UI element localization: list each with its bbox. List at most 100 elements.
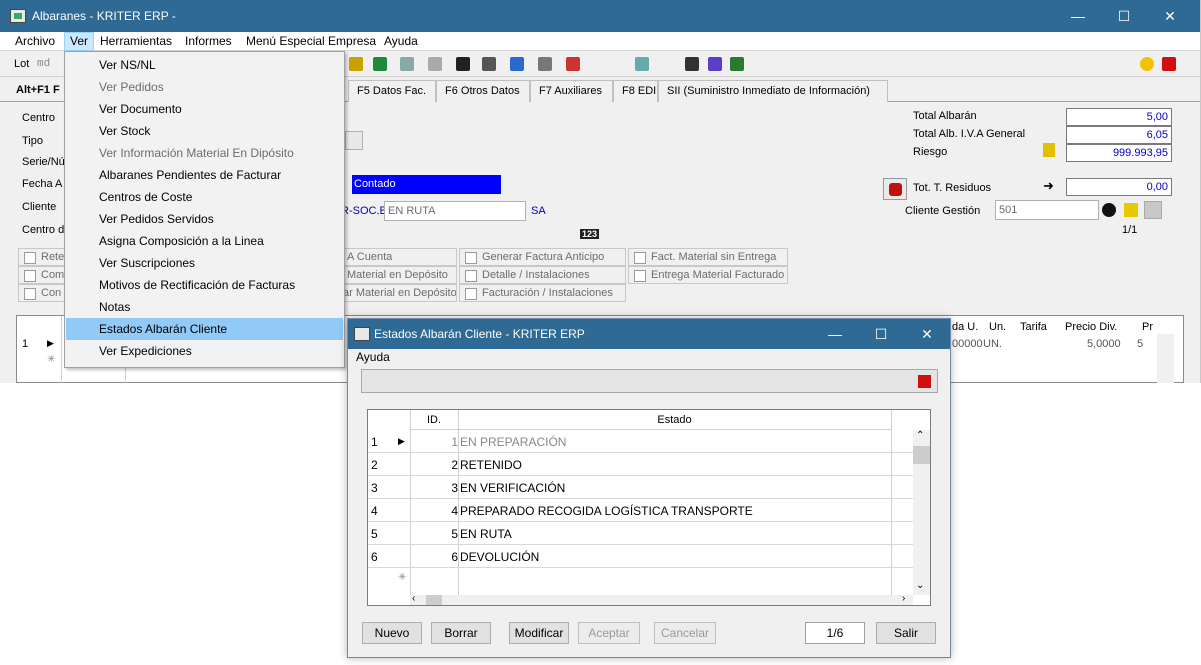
checkbox-a-cuenta[interactable]: A Cuenta bbox=[340, 248, 457, 266]
stamp-icon[interactable] bbox=[566, 57, 580, 71]
table-row[interactable]: 1 ▶ 1 EN PREPARACIÓN bbox=[368, 430, 913, 453]
vertical-scrollbar[interactable]: ⌃ ⌄ bbox=[913, 430, 930, 595]
checkbox-box[interactable] bbox=[465, 270, 477, 282]
scroll-thumb[interactable] bbox=[913, 446, 930, 464]
tipo-dropdown[interactable] bbox=[345, 131, 363, 150]
edit-icon[interactable] bbox=[1124, 203, 1138, 217]
cancelar-button[interactable]: Cancelar bbox=[654, 622, 716, 644]
table-row[interactable]: 5 5 EN RUTA bbox=[368, 522, 913, 545]
horizontal-scrollbar[interactable]: ‹ › bbox=[410, 593, 913, 605]
menu-item-ver-ns-nl[interactable]: Ver NS/NL bbox=[66, 54, 343, 76]
checkbox-entrega-facturado[interactable]: Entrega Material Facturado bbox=[628, 266, 788, 284]
menu-item-estados-albaran[interactable]: Estados Albarán Cliente bbox=[66, 318, 343, 340]
eye-icon[interactable] bbox=[538, 57, 552, 71]
dialog-maximize-button[interactable]: ☐ bbox=[858, 319, 904, 349]
checkbox-con[interactable]: Con bbox=[18, 284, 66, 302]
aceptar-button[interactable]: Aceptar bbox=[578, 622, 640, 644]
scroll-right-icon[interactable]: › bbox=[902, 593, 905, 604]
cliente-gestion-field[interactable]: 501 bbox=[995, 200, 1099, 220]
checkbox-fact-sin-entrega[interactable]: Fact. Material sin Entrega bbox=[628, 248, 788, 266]
table-row[interactable]: 4 4 PREPARADO RECOGIDA LOGÍSTICA TRANSPO… bbox=[368, 499, 913, 522]
menu-herramientas[interactable]: Herramientas bbox=[100, 34, 172, 48]
tree-icon[interactable] bbox=[400, 57, 414, 71]
tab-edi[interactable]: F8 EDI bbox=[613, 80, 658, 102]
tab-auxiliares[interactable]: F7 Auxiliares bbox=[530, 80, 613, 102]
menu-informes[interactable]: Informes bbox=[185, 34, 232, 48]
lot-value[interactable]: md bbox=[37, 58, 50, 70]
menu-item-ver-expediciones[interactable]: Ver Expediciones bbox=[66, 340, 343, 362]
scroll-left-icon[interactable]: ‹ bbox=[412, 593, 415, 604]
more-button[interactable] bbox=[1144, 201, 1162, 219]
scroll-h-thumb[interactable] bbox=[426, 595, 442, 605]
menu-item-ver-documento[interactable]: Ver Documento bbox=[66, 98, 343, 120]
checkbox-box[interactable] bbox=[634, 270, 646, 282]
checkbox-factura-anticipo[interactable]: Generar Factura Anticipo bbox=[459, 248, 626, 266]
tab-datos-fac[interactable]: F5 Datos Fac. bbox=[348, 80, 436, 102]
checkbox-box[interactable] bbox=[465, 252, 477, 264]
pencil-icon[interactable] bbox=[349, 57, 363, 71]
menu-especial-empresa[interactable]: Menú Especial Empresa bbox=[246, 34, 376, 48]
info-icon[interactable] bbox=[1102, 203, 1116, 217]
checkbox-retencion[interactable]: Rete bbox=[18, 248, 66, 266]
borrar-button[interactable]: Borrar bbox=[431, 622, 491, 644]
checkbox-box[interactable] bbox=[24, 270, 36, 282]
camera-icon[interactable] bbox=[685, 57, 699, 71]
lightbulb-icon[interactable] bbox=[1140, 57, 1154, 71]
scroll-down-icon[interactable]: ⌄ bbox=[916, 580, 924, 591]
menu-item-motivos-rectificacion[interactable]: Motivos de Rectificación de Facturas bbox=[66, 274, 343, 296]
menu-item-ver-info-material[interactable]: Ver Información Material En Dipósito bbox=[66, 142, 343, 164]
lightning-icon[interactable] bbox=[1043, 143, 1055, 157]
menu-item-ver-suscripciones[interactable]: Ver Suscripciones bbox=[66, 252, 343, 274]
estado-combo[interactable]: EN RUTA bbox=[384, 201, 526, 221]
salir-button[interactable]: Salir bbox=[876, 622, 936, 644]
arrow-right-icon[interactable]: ➜ bbox=[1043, 178, 1054, 194]
checkbox-material-deposito[interactable]: Material en Depósito bbox=[340, 266, 457, 284]
dialog-close-button[interactable]: ✕ bbox=[904, 319, 950, 349]
menu-ver[interactable]: Ver bbox=[64, 32, 95, 51]
checkbox-box[interactable] bbox=[634, 252, 646, 264]
menu-item-pedidos-servidos[interactable]: Ver Pedidos Servidos bbox=[66, 208, 343, 230]
tab-sii[interactable]: SII (Suministro Inmediato de Información… bbox=[658, 80, 888, 102]
menu-item-ver-stock[interactable]: Ver Stock bbox=[66, 120, 343, 142]
dialog-menu-ayuda[interactable]: Ayuda bbox=[356, 350, 390, 364]
residuos-button[interactable] bbox=[883, 178, 907, 200]
list-icon[interactable] bbox=[635, 57, 649, 71]
menu-archivo[interactable]: Archivo bbox=[15, 34, 55, 48]
help-icon[interactable] bbox=[918, 375, 931, 388]
scroll-up-icon[interactable]: ⌃ bbox=[916, 430, 924, 441]
checkbox-com[interactable]: Com bbox=[18, 266, 66, 284]
menu-ayuda[interactable]: Ayuda bbox=[384, 34, 418, 48]
checkbox-facturacion-instalaciones[interactable]: Facturación / Instalaciones bbox=[459, 284, 626, 302]
tab-general[interactable]: Alt+F1 F bbox=[16, 84, 60, 96]
nuevo-button[interactable]: Nuevo bbox=[362, 622, 422, 644]
checkbox-box[interactable] bbox=[465, 288, 477, 300]
menu-item-ver-pedidos[interactable]: Ver Pedidos bbox=[66, 76, 343, 98]
close-button[interactable]: ✕ bbox=[1147, 0, 1193, 32]
forma-pago-field[interactable]: Contado bbox=[352, 175, 501, 194]
grid-icon[interactable] bbox=[428, 57, 442, 71]
table-row[interactable]: 6 6 DEVOLUCIÓN bbox=[368, 545, 913, 568]
hierarchy-icon[interactable] bbox=[482, 57, 496, 71]
checkbox-box[interactable] bbox=[24, 252, 36, 264]
menu-item-centros-coste[interactable]: Centros de Coste bbox=[66, 186, 343, 208]
maximize-button[interactable]: ☐ bbox=[1101, 0, 1147, 32]
lines-scrollbar[interactable] bbox=[1157, 334, 1174, 383]
paperclip-icon[interactable] bbox=[708, 57, 722, 71]
chart-icon[interactable] bbox=[510, 57, 524, 71]
checkbox-facturar-material-deposito[interactable]: ar Material en Depósito bbox=[340, 284, 457, 302]
checkbox-box[interactable] bbox=[24, 288, 36, 300]
help-icon[interactable] bbox=[1162, 57, 1176, 71]
tab-otros-datos[interactable]: F6 Otros Datos bbox=[436, 80, 530, 102]
table-row[interactable]: 3 3 EN VERIFICACIÓN bbox=[368, 476, 913, 499]
arrow-in-icon[interactable] bbox=[373, 57, 387, 71]
checkbox-detalle-instalaciones[interactable]: Detalle / Instalaciones bbox=[459, 266, 626, 284]
minimize-button[interactable]: — bbox=[1055, 0, 1101, 32]
menu-item-notas[interactable]: Notas bbox=[66, 296, 343, 318]
modificar-button[interactable]: Modificar bbox=[509, 622, 569, 644]
menu-item-asigna-composicion[interactable]: Asigna Composición a la Linea bbox=[66, 230, 343, 252]
dialog-minimize-button[interactable]: — bbox=[812, 319, 858, 349]
menu-item-albaranes-pendientes[interactable]: Albaranes Pendientes de Facturar bbox=[66, 164, 343, 186]
estados-grid[interactable]: ID. Estado 1 ▶ 1 EN PREPARACIÓN 2 2 RETE… bbox=[367, 409, 931, 606]
attach-icon[interactable] bbox=[730, 57, 744, 71]
table-row[interactable]: 2 2 RETENIDO bbox=[368, 453, 913, 476]
